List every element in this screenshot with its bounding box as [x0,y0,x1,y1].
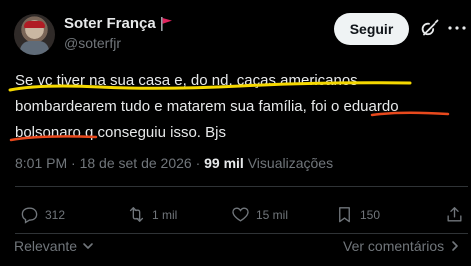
share-button[interactable] [445,205,464,224]
follow-button[interactable]: Seguir [334,13,409,45]
bookmark-button[interactable]: 150 [335,205,380,224]
share-icon [447,207,462,222]
tweet-line-1: Se vc tiver na sua casa e, do nd, caças … [15,72,358,89]
repost-icon [129,207,144,222]
tweet-meta: 8:01 PM · 18 de set de 2026 · 99 mil Vis… [15,155,333,171]
author-handle[interactable]: @soterfjr [64,35,121,51]
chevron-down-icon [83,243,93,249]
tweet-timestamp[interactable]: 8:01 PM · 18 de set de 2026 · [15,155,204,171]
grok-icon[interactable] [418,18,440,40]
repost-button[interactable]: 1 mil [127,205,177,224]
like-button[interactable]: 15 mil [231,205,288,224]
avatar-cap [24,21,45,28]
tweet-line-2: bombardearem tudo e matarem sua família,… [15,98,399,115]
views-count: 99 mil [204,155,244,171]
avatar-shirt [20,41,49,55]
author-name-row[interactable]: Soter França [64,15,173,32]
divider [15,186,468,187]
tweet-line-3: bolsonaro q conseguiu isso. Bjs [15,124,226,141]
avatar[interactable] [14,14,55,55]
divider [15,233,468,234]
bookmark-count: 150 [360,207,381,222]
more-options-icon[interactable] [446,17,468,39]
like-count: 15 mil [256,207,289,222]
views-label: Visualizações [243,155,334,171]
sort-label: Relevante [14,238,78,254]
sort-replies-dropdown[interactable]: Relevante [14,238,95,254]
repost-count: 1 mil [152,207,178,222]
see-replies-link[interactable]: Ver comentários [343,238,462,254]
action-bar: 312 1 mil 15 mil 150 [14,205,466,227]
red-flag-icon [160,16,172,31]
tweet-text: Se vc tiver na sua casa e, do nd, caças … [15,68,465,146]
author-name[interactable]: Soter França [64,15,156,32]
reply-count: 312 [45,207,66,222]
see-replies-label: Ver comentários [343,238,445,254]
chevron-right-icon [452,241,458,251]
reply-icon [21,207,38,224]
heart-icon [232,207,249,222]
bookmark-icon [339,207,350,223]
reply-button[interactable]: 312 [20,205,65,224]
